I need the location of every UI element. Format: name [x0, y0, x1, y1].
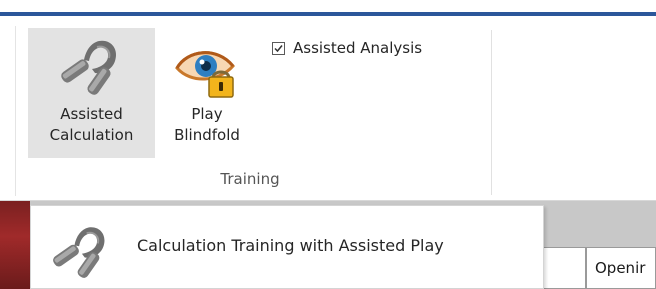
label-line-1: Assisted: [60, 105, 123, 123]
grip-trainer-icon: [51, 220, 111, 280]
board-edge: [0, 201, 30, 289]
tooltip: Calculation Training with Assisted Play: [30, 205, 544, 289]
label-line-2: Blindfold: [174, 126, 240, 144]
assisted-calculation-label: Assisted Calculation: [28, 104, 155, 146]
tab-openings[interactable]: Openir: [586, 247, 656, 289]
label-line-1: Play: [191, 105, 223, 123]
ribbon-edge: [15, 26, 16, 196]
assisted-analysis-checkbox[interactable]: Assisted Analysis: [272, 37, 422, 59]
tooltip-text: Calculation Training with Assisted Play: [137, 236, 444, 255]
grip-trainer-icon: [59, 33, 123, 97]
checkbox-checked-icon[interactable]: [272, 41, 285, 55]
play-blindfold-label: Play Blindfold: [156, 104, 258, 146]
assisted-analysis-label: Assisted Analysis: [293, 39, 423, 57]
play-blindfold-button[interactable]: Play Blindfold: [156, 28, 258, 158]
tab-label: Openir: [595, 259, 646, 277]
eye-lock-icon: [173, 42, 241, 104]
assisted-calculation-button[interactable]: Assisted Calculation: [28, 28, 155, 158]
group-label-training: Training: [220, 170, 280, 188]
label-line-2: Calculation: [49, 126, 134, 144]
title-area: [0, 0, 656, 12]
group-separator: [491, 30, 492, 195]
